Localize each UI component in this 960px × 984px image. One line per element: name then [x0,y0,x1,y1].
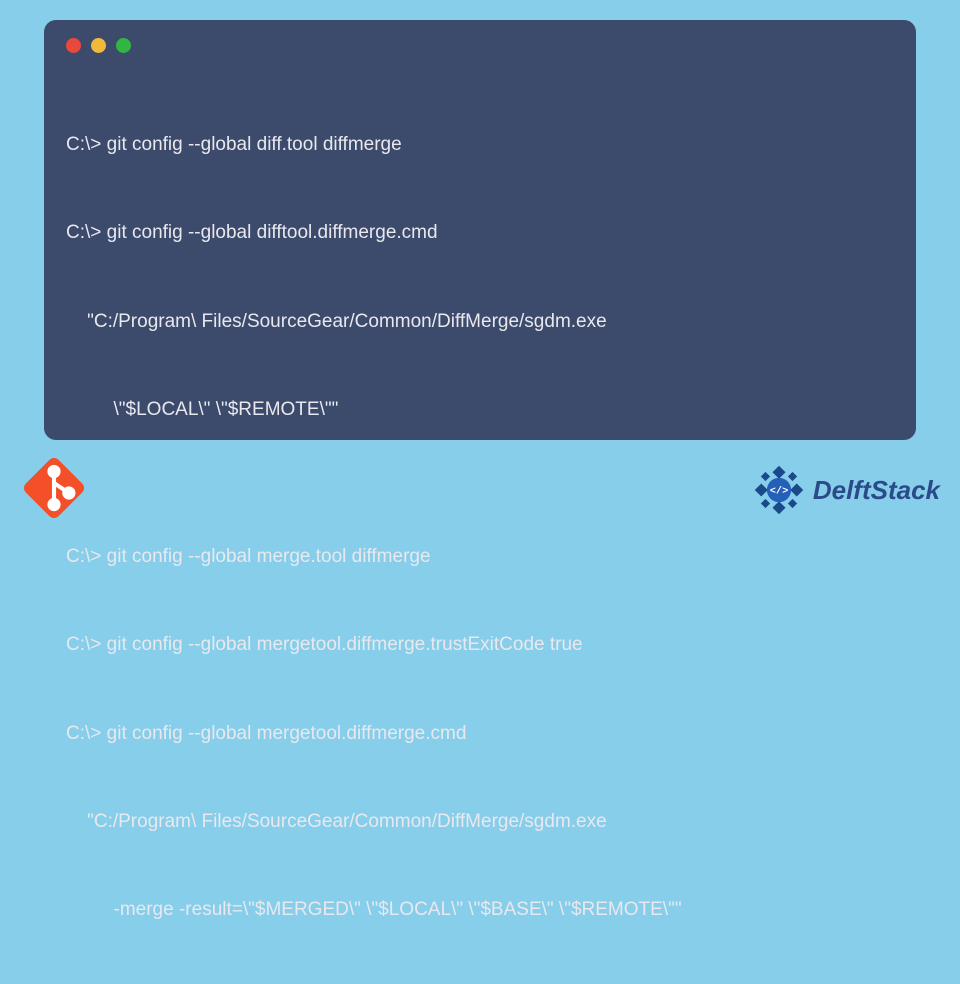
code-line: "C:/Program\ Files/SourceGear/Common/Dif… [66,807,894,836]
window-controls [66,38,894,53]
code-line: \"$LOCAL\" \"$REMOTE\"" [66,395,894,424]
minimize-icon[interactable] [91,38,106,53]
git-icon [16,450,92,526]
terminal-content: C:\> git config --global diff.tool diffm… [66,71,894,984]
code-line: C:\> git config --global mergetool.diffm… [66,630,894,659]
code-line: -merge -result=\"$MERGED\" \"$LOCAL\" \"… [66,895,894,924]
brand-name: DelftStack [813,475,940,506]
terminal-window: C:\> git config --global diff.tool diffm… [44,20,916,440]
code-line: C:\> git config --global mergetool.diffm… [66,719,894,748]
code-line: C:\> git config --global difftool.diffme… [66,218,894,247]
close-icon[interactable] [66,38,81,53]
svg-text:</>: </> [770,486,788,498]
code-line: C:\> git config --global diff.tool diffm… [66,130,894,159]
code-line: C:\> git config --global merge.tool diff… [66,542,894,571]
code-line: "C:/Program\ Files/SourceGear/Common/Dif… [66,307,894,336]
brand-logo: </> DelftStack [751,462,940,518]
maximize-icon[interactable] [116,38,131,53]
delftstack-icon: </> [751,462,807,518]
